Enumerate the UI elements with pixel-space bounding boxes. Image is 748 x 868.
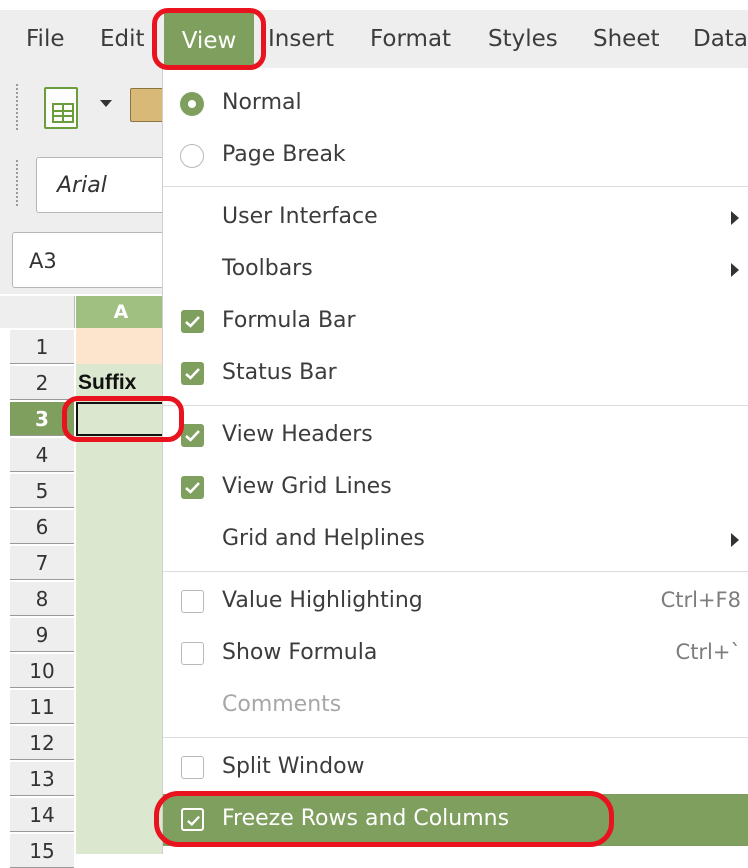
menu-item-page-break[interactable]: Page Break — [163, 130, 748, 182]
menu-item-label: Page Break — [222, 142, 346, 167]
row-header[interactable]: 9 — [10, 618, 74, 652]
annotation-circle-freeze — [154, 791, 614, 847]
toolbar-grip[interactable] — [16, 84, 22, 130]
menu-separator — [163, 571, 748, 572]
menu-separator — [163, 405, 748, 406]
menubar-top-strip — [0, 0, 748, 10]
checkbox-checked-icon — [181, 476, 204, 499]
menu-item-label: User Interface — [222, 204, 378, 229]
menu-item-show-formula[interactable]: Show Formula Ctrl+` — [163, 628, 748, 680]
checkbox-unchecked-icon — [181, 756, 204, 779]
checkbox-unchecked-icon — [181, 642, 204, 665]
row-header[interactable]: 8 — [10, 582, 74, 616]
menu-data[interactable]: Data — [693, 26, 748, 52]
menu-item-label: Grid and Helplines — [222, 526, 425, 551]
menu-item-status-bar[interactable]: Status Bar — [163, 348, 748, 400]
toolbar-grip-2[interactable] — [16, 160, 22, 206]
radio-unselected-icon — [180, 144, 204, 168]
menu-insert[interactable]: Insert — [268, 26, 334, 52]
menu-item-view-headers[interactable]: View Headers — [163, 410, 748, 462]
menu-item-label: Comments — [222, 692, 342, 717]
shortcut-label: Ctrl+F8 — [660, 588, 741, 612]
row-header[interactable]: 11 — [10, 690, 74, 724]
checkbox-unchecked-icon — [181, 590, 204, 613]
annotation-circle-cell-a3 — [62, 396, 184, 442]
submenu-arrow-icon — [731, 211, 739, 225]
row-header[interactable]: 2 — [10, 366, 74, 400]
annotation-circle-view-menu — [152, 8, 266, 70]
menu-item-normal[interactable]: Normal — [163, 78, 748, 130]
row-header[interactable]: 5 — [10, 474, 74, 508]
menu-item-value-highlighting[interactable]: Value Highlighting Ctrl+F8 — [163, 576, 748, 628]
submenu-arrow-icon — [731, 533, 739, 547]
view-menu-dropdown: Normal Page Break User Interface Toolbar… — [162, 68, 748, 854]
menu-item-toolbars[interactable]: Toolbars — [163, 244, 748, 296]
row-header[interactable]: 6 — [10, 510, 74, 544]
menu-item-label: Formula Bar — [222, 308, 356, 333]
row-header[interactable]: 1 — [10, 330, 74, 364]
menu-item-label: Show Formula — [222, 640, 378, 665]
menu-edit[interactable]: Edit — [100, 26, 145, 52]
menu-format[interactable]: Format — [370, 26, 451, 52]
radio-selected-icon — [180, 92, 204, 116]
menu-item-comments: Comments — [163, 680, 748, 732]
cell-a1[interactable] — [76, 328, 166, 364]
font-name-box[interactable]: Arial — [36, 157, 171, 213]
menu-item-label: Split Window — [222, 754, 365, 779]
menu-item-user-interface[interactable]: User Interface — [163, 192, 748, 244]
chevron-down-icon[interactable] — [100, 100, 112, 107]
menu-item-formula-bar[interactable]: Formula Bar — [163, 296, 748, 348]
menu-styles[interactable]: Styles — [488, 26, 558, 52]
row-header[interactable]: 7 — [10, 546, 74, 580]
menu-item-label: Toolbars — [222, 256, 313, 281]
checkbox-checked-icon — [181, 310, 204, 333]
checkbox-checked-icon — [181, 424, 204, 447]
menu-separator — [163, 186, 748, 187]
column-header-a[interactable]: A — [76, 296, 166, 328]
menu-sheet[interactable]: Sheet — [593, 26, 660, 52]
row-header[interactable]: 15 — [10, 834, 74, 868]
row-header[interactable]: 13 — [10, 762, 74, 796]
shortcut-label: Ctrl+` — [675, 640, 741, 664]
menu-item-label: Value Highlighting — [222, 588, 423, 613]
row-header[interactable]: 4 — [10, 438, 74, 472]
menu-item-label: Normal — [222, 90, 302, 115]
name-box[interactable]: A3 — [12, 232, 167, 288]
menu-item-label: View Grid Lines — [222, 474, 392, 499]
menu-file[interactable]: File — [26, 26, 65, 52]
menu-item-grid-and-helplines[interactable]: Grid and Helplines — [163, 514, 748, 566]
menu-item-label: View Headers — [222, 422, 373, 447]
submenu-arrow-icon — [731, 263, 739, 277]
menu-item-label: Status Bar — [222, 360, 337, 385]
menu-item-view-grid-lines[interactable]: View Grid Lines — [163, 462, 748, 514]
sheet-corner[interactable] — [0, 296, 75, 328]
menu-separator — [163, 737, 748, 738]
row-header[interactable]: 14 — [10, 798, 74, 832]
cell-a2-text: Suffix — [78, 371, 137, 394]
checkbox-checked-icon — [181, 362, 204, 385]
row-header[interactable]: 12 — [10, 726, 74, 760]
row-header[interactable]: 10 — [10, 654, 74, 688]
menu-item-split-window[interactable]: Split Window — [163, 742, 748, 794]
new-spreadsheet-icon[interactable] — [44, 87, 78, 129]
